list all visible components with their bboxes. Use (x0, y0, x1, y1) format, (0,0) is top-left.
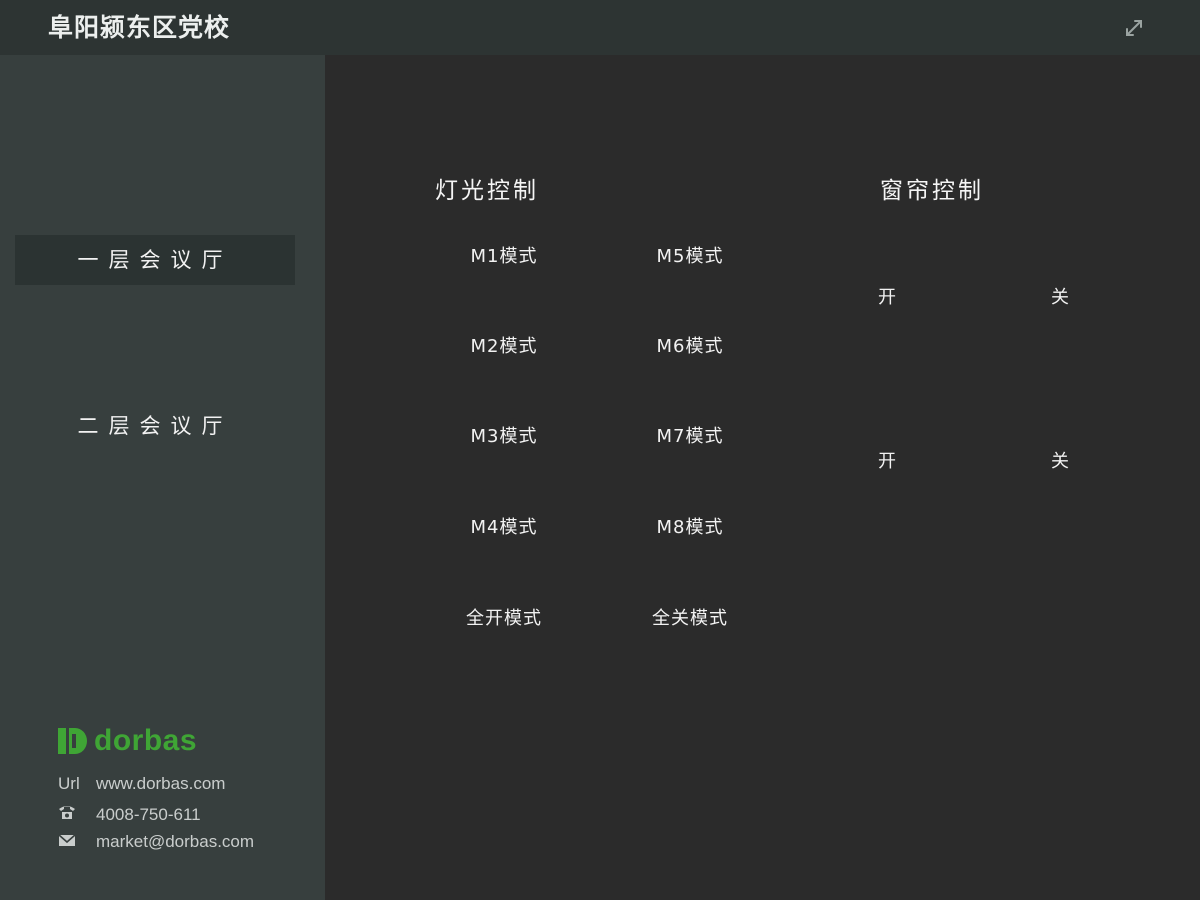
light-all-on-button[interactable]: 全开模式 (439, 603, 569, 635)
expand-icon[interactable] (1122, 16, 1146, 40)
sidebar: 一层会议厅 二层会议厅 dorbas Url www.dorbas.com 40… (0, 55, 325, 900)
light-mode-m8-button[interactable]: M8模式 (625, 512, 755, 544)
curtain-2-open-button[interactable]: 开 (857, 447, 917, 477)
contact-url[interactable]: www.dorbas.com (96, 774, 225, 794)
light-all-off-button[interactable]: 全关模式 (625, 603, 755, 635)
title-bar: 阜阳颍东区党校 (0, 0, 1200, 55)
url-label: Url (58, 774, 80, 793)
curtain-control-title: 窗帘控制 (880, 178, 984, 204)
brand-name: dorbas (94, 724, 198, 757)
contact-url-row: Url www.dorbas.com (58, 774, 225, 794)
phone-icon (58, 804, 96, 825)
main-panel: 灯光控制 M1模式 M5模式 M2模式 M6模式 M3模式 M7模式 M4模式 … (325, 55, 1200, 900)
dorbas-logo-icon (58, 728, 87, 754)
lighting-control-title: 灯光控制 (435, 178, 539, 204)
light-mode-m4-button[interactable]: M4模式 (439, 512, 569, 544)
app-title: 阜阳颍东区党校 (48, 13, 231, 42)
contact-phone: 4008-750-611 (96, 804, 201, 824)
curtain-1-open-button[interactable]: 开 (857, 283, 917, 313)
curtain-1-close-button[interactable]: 关 (1030, 283, 1090, 313)
light-mode-m7-button[interactable]: M7模式 (625, 421, 755, 453)
light-mode-m1-button[interactable]: M1模式 (439, 241, 569, 273)
sidebar-item-floor-1-hall[interactable]: 一层会议厅 (15, 235, 295, 285)
light-mode-m3-button[interactable]: M3模式 (439, 421, 569, 453)
curtain-2-close-button[interactable]: 关 (1030, 447, 1090, 477)
light-mode-m5-button[interactable]: M5模式 (625, 241, 755, 273)
contact-email-row: market@dorbas.com (58, 832, 254, 852)
contact-email[interactable]: market@dorbas.com (96, 832, 254, 852)
light-mode-m6-button[interactable]: M6模式 (625, 331, 755, 363)
sidebar-item-floor-2-hall[interactable]: 二层会议厅 (15, 401, 295, 451)
brand-logo: dorbas (58, 723, 197, 759)
mail-icon (58, 832, 96, 852)
light-mode-m2-button[interactable]: M2模式 (439, 331, 569, 363)
contact-phone-row: 4008-750-611 (58, 804, 201, 825)
